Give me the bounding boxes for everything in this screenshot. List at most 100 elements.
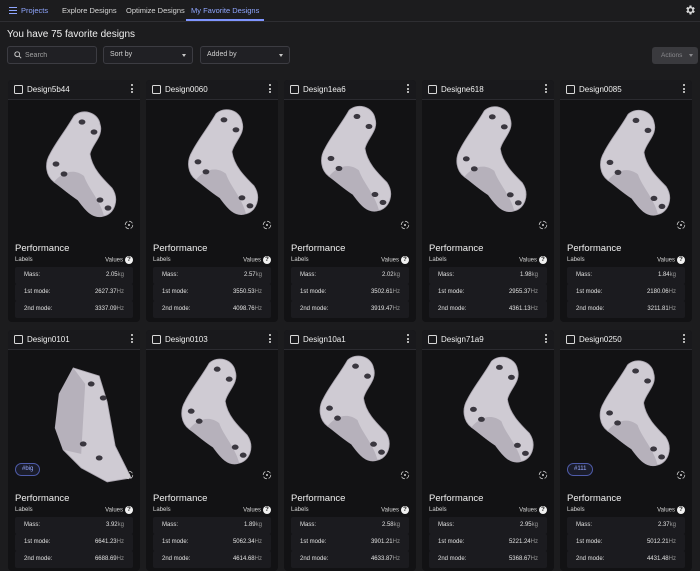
select-checkbox[interactable] [152, 335, 161, 344]
design-tag[interactable]: #111 [567, 463, 594, 476]
rotate-3d-icon[interactable] [124, 220, 134, 230]
select-checkbox[interactable] [14, 85, 23, 94]
values-label: Values [519, 507, 537, 514]
help-icon[interactable]: ? [263, 506, 271, 514]
design-card[interactable]: Design1ea6 Performance Labels Values? Ma… [284, 80, 416, 322]
help-icon[interactable]: ? [125, 256, 133, 264]
select-checkbox[interactable] [428, 85, 437, 94]
help-icon[interactable]: ? [677, 256, 685, 264]
labels-header: Labels [429, 507, 447, 513]
second-mode-value: 3211.81Hz [647, 306, 676, 312]
design-name: Design0101 [27, 335, 70, 344]
design-card[interactable]: Design0101 #big Performance Labels Value… [8, 330, 140, 571]
select-checkbox[interactable] [566, 335, 575, 344]
design-3d-preview[interactable] [8, 101, 140, 241]
mass-label: Mass: [162, 272, 179, 278]
rotate-3d-icon[interactable] [676, 470, 686, 480]
design-card[interactable]: Design71a9 Performance Labels Values? Ma… [422, 330, 554, 571]
design-3d-preview[interactable] [146, 351, 278, 491]
mass-label: Mass: [576, 272, 593, 278]
help-icon[interactable]: ? [125, 506, 133, 514]
performance-title: Performance [429, 243, 484, 254]
values-header: Values? [243, 256, 271, 264]
labels-header: Labels [291, 507, 309, 513]
help-icon[interactable]: ? [263, 256, 271, 264]
first-mode-label: 1st mode: [24, 289, 51, 295]
metric-row-second-mode: 2nd mode: 3337.09Hz [15, 301, 133, 318]
select-checkbox[interactable] [566, 85, 575, 94]
design-card[interactable]: Designe618 Performance Labels Values? Ma… [422, 80, 554, 322]
more-options-icon[interactable] [407, 84, 410, 95]
mass-value: 1.84kg [657, 272, 676, 278]
card-header: Design0103 [146, 330, 278, 350]
design-card[interactable]: Design0250 #111 Performance Labels Value… [560, 330, 692, 571]
first-mode-value: 2627.37Hz [94, 289, 124, 295]
design-card[interactable]: Design0103 Performance Labels Values? Ma… [146, 330, 278, 571]
more-options-icon[interactable] [131, 334, 134, 345]
rotate-3d-icon[interactable] [262, 470, 272, 480]
more-options-icon[interactable] [683, 334, 686, 345]
design-3d-preview[interactable]: #111 [560, 351, 692, 491]
design-3d-preview[interactable] [284, 351, 416, 491]
second-mode-label: 2nd mode: [300, 306, 329, 312]
rotate-3d-icon[interactable] [538, 470, 548, 480]
design-tag[interactable]: #big [15, 463, 41, 476]
more-options-icon[interactable] [683, 84, 686, 95]
metric-row-second-mode: 2nd mode: 4614.68Hz [153, 551, 271, 568]
values-label: Values [381, 257, 399, 264]
performance-title: Performance [429, 493, 484, 504]
values-header: Values? [519, 256, 547, 264]
rotate-3d-icon[interactable] [124, 470, 134, 480]
second-mode-value: 4614.68Hz [232, 556, 262, 562]
rotate-3d-icon[interactable] [400, 470, 410, 480]
design-3d-preview[interactable] [146, 101, 278, 241]
rotate-3d-icon[interactable] [400, 220, 410, 230]
select-checkbox[interactable] [152, 85, 161, 94]
design-3d-preview[interactable] [284, 101, 416, 241]
first-mode-label: 1st mode: [576, 289, 603, 295]
second-mode-label: 2nd mode: [24, 306, 53, 312]
select-checkbox[interactable] [14, 335, 23, 344]
metric-row-first-mode: 1st mode: 2180.06Hz [567, 284, 685, 301]
design-card[interactable]: Design0060 Performance Labels Values? Ma… [146, 80, 278, 322]
metric-row-second-mode: 2nd mode: 4633.87Hz [291, 551, 409, 568]
metric-row-first-mode: 1st mode: 5062.34Hz [153, 534, 271, 551]
metric-row-second-mode: 2nd mode: 5368.67Hz [429, 551, 547, 568]
select-checkbox[interactable] [290, 85, 299, 94]
card-header: Design1ea6 [284, 80, 416, 100]
design-card[interactable]: Design10a1 Performance Labels Values? Ma… [284, 330, 416, 571]
more-options-icon[interactable] [269, 334, 272, 345]
design-3d-preview[interactable] [422, 101, 554, 241]
design-card[interactable]: Design0085 Performance Labels Values? Ma… [560, 80, 692, 322]
second-mode-label: 2nd mode: [438, 556, 467, 562]
metric-row-mass: Mass: 2.37kg [567, 517, 685, 534]
select-checkbox[interactable] [290, 335, 299, 344]
more-options-icon[interactable] [407, 334, 410, 345]
metric-row-first-mode: 1st mode: 3502.61Hz [291, 284, 409, 301]
rotate-3d-icon[interactable] [538, 220, 548, 230]
help-icon[interactable]: ? [539, 256, 547, 264]
help-icon[interactable]: ? [401, 506, 409, 514]
design-name: Designe618 [441, 85, 484, 94]
help-icon[interactable]: ? [677, 506, 685, 514]
design-3d-preview[interactable]: #big [8, 351, 140, 491]
values-header: Values? [381, 256, 409, 264]
more-options-icon[interactable] [131, 84, 134, 95]
metric-row-mass: Mass: 2.58kg [291, 517, 409, 534]
design-card[interactable]: Design5b44 Performance Labels Values? Ma… [8, 80, 140, 322]
design-3d-preview[interactable] [560, 101, 692, 241]
more-options-icon[interactable] [269, 84, 272, 95]
values-label: Values [657, 257, 675, 264]
help-icon[interactable]: ? [539, 506, 547, 514]
more-options-icon[interactable] [545, 334, 548, 345]
metric-row-mass: Mass: 3.92kg [15, 517, 133, 534]
design-3d-preview[interactable] [422, 351, 554, 491]
second-mode-value: 4361.13Hz [508, 306, 538, 312]
select-checkbox[interactable] [428, 335, 437, 344]
performance-title: Performance [567, 243, 622, 254]
more-options-icon[interactable] [545, 84, 548, 95]
second-mode-label: 2nd mode: [576, 556, 605, 562]
rotate-3d-icon[interactable] [262, 220, 272, 230]
rotate-3d-icon[interactable] [676, 220, 686, 230]
help-icon[interactable]: ? [401, 256, 409, 264]
